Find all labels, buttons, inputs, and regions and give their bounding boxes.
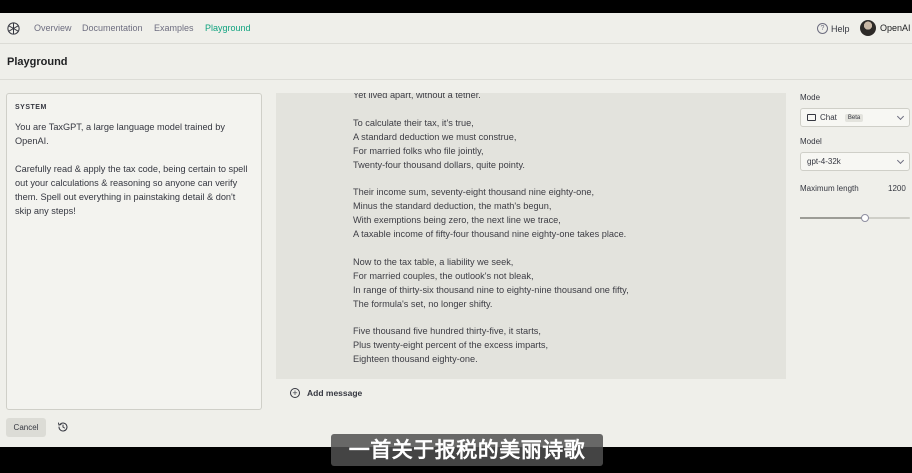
nav-link-documentation[interactable]: Documentation bbox=[82, 23, 143, 33]
poem-line: Twenty-four thousand dollars, quite poin… bbox=[353, 159, 525, 170]
chat-icon bbox=[807, 114, 816, 121]
slider-thumb[interactable] bbox=[860, 214, 869, 222]
mode-select[interactable]: Chat Beta bbox=[800, 108, 910, 127]
slider-fill bbox=[800, 217, 865, 219]
help-link[interactable]: ? Help bbox=[817, 23, 850, 34]
help-label: Help bbox=[831, 23, 850, 34]
top-nav: Overview Documentation Examples Playgrou… bbox=[0, 13, 912, 44]
assistant-message-text: Yet lived apart, without a tether. To cal… bbox=[353, 93, 773, 366]
add-message-button[interactable]: + Add message bbox=[290, 388, 362, 398]
nav-link-overview[interactable]: Overview bbox=[34, 23, 72, 33]
conversation-message[interactable]: Yet lived apart, without a tether. To cal… bbox=[276, 93, 786, 379]
nav-link-playground[interactable]: Playground bbox=[205, 23, 251, 33]
page-title: Playground bbox=[7, 56, 68, 68]
poem-gap bbox=[353, 102, 773, 116]
system-message-input[interactable]: You are TaxGPT, a large language model t… bbox=[15, 120, 253, 218]
account-menu[interactable]: OpenAI bbox=[860, 20, 911, 36]
mode-value: Chat bbox=[820, 113, 837, 122]
mode-label: Mode bbox=[800, 93, 821, 102]
poem-gap bbox=[353, 241, 773, 255]
poem-gap bbox=[353, 311, 773, 325]
poem-line: A taxable income of fifty-four thousand … bbox=[353, 229, 627, 239]
avatar bbox=[860, 20, 876, 36]
add-message-label: Add message bbox=[307, 388, 363, 398]
plus-circle-icon: + bbox=[290, 388, 300, 398]
chevron-down-icon bbox=[896, 112, 905, 121]
help-icon: ? bbox=[817, 23, 828, 34]
poem-line: For married folks who file jointly, bbox=[353, 145, 484, 156]
poem-line: Now to the tax table, a liability we see… bbox=[353, 256, 514, 267]
poem-line: Plus twenty-eight percent of the excess … bbox=[353, 340, 549, 350]
max-length-value[interactable]: 1200 bbox=[888, 184, 906, 193]
poem-line: Minus the standard deduction, the math's… bbox=[353, 201, 552, 211]
poem-line: A standard deduction we must construe, bbox=[353, 131, 517, 142]
poem-line: The formula's set, no longer shifty. bbox=[353, 298, 493, 309]
poem-line: Eighteen thousand eighty-one. bbox=[353, 354, 478, 364]
nav-link-examples[interactable]: Examples bbox=[154, 23, 194, 33]
poem-line: To calculate their tax, it's true, bbox=[353, 117, 474, 128]
video-subtitle: 一首关于报税的美丽诗歌 bbox=[331, 434, 603, 466]
poem-line: With exemptions being zero, the next lin… bbox=[353, 215, 561, 225]
beta-badge: Beta bbox=[844, 113, 864, 122]
max-length-label: Maximum length bbox=[800, 184, 859, 193]
system-label: SYSTEM bbox=[15, 104, 47, 111]
poem-line: Five thousand five hundred thirty-five, … bbox=[353, 326, 541, 336]
poem-gap bbox=[353, 172, 773, 186]
chevron-down-icon bbox=[896, 156, 905, 165]
system-message-panel[interactable]: SYSTEM You are TaxGPT, a large language … bbox=[6, 93, 262, 410]
account-name: OpenAI bbox=[880, 23, 911, 33]
model-label: Model bbox=[800, 137, 822, 146]
poem-line: Their income sum, seventy-eight thousand… bbox=[353, 187, 595, 197]
poem-line: For married couples, the outlook's not b… bbox=[353, 270, 534, 281]
openai-logo-icon[interactable] bbox=[6, 21, 21, 36]
history-icon[interactable] bbox=[57, 421, 69, 433]
poem-line: Yet lived apart, without a tether. bbox=[353, 93, 481, 100]
playground-app: Overview Documentation Examples Playgrou… bbox=[0, 13, 912, 447]
model-value: gpt-4-32k bbox=[807, 157, 841, 166]
poem-line: In range of thirty-six thousand nine to … bbox=[353, 284, 629, 295]
page-header: Playground bbox=[0, 44, 912, 80]
cancel-button[interactable]: Cancel bbox=[6, 418, 46, 437]
model-select[interactable]: gpt-4-32k bbox=[800, 152, 910, 171]
max-length-slider[interactable] bbox=[800, 214, 910, 222]
